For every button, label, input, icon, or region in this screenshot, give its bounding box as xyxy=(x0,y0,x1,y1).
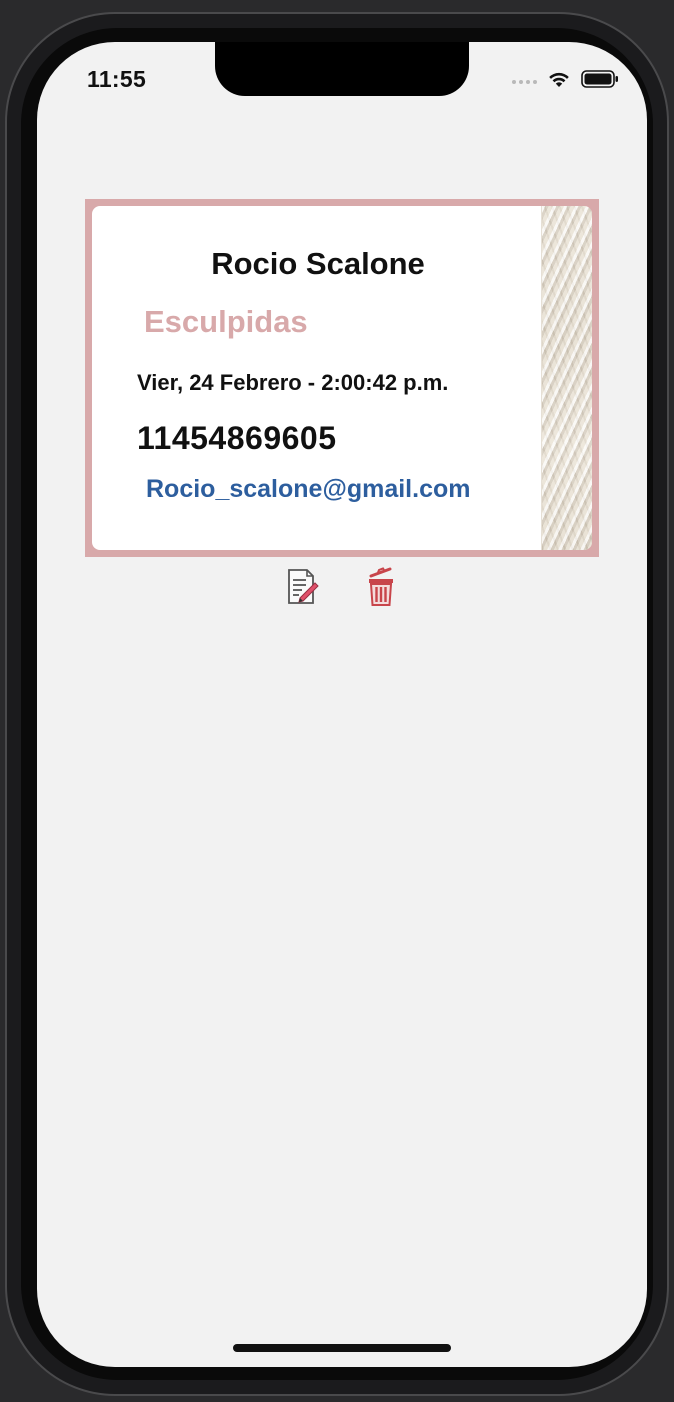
client-phone: 11454869605 xyxy=(137,420,337,456)
edit-button[interactable] xyxy=(285,567,321,611)
fur-texture-image xyxy=(541,206,592,550)
battery-icon xyxy=(581,70,619,93)
app-screen: 11:55 Rocio Scalone Esculpidas Vier, 24 … xyxy=(37,42,647,1367)
status-icons xyxy=(512,70,619,93)
delete-button[interactable] xyxy=(363,566,399,612)
appointment-datetime: Vier, 24 Febrero - 2:00:42 p.m. xyxy=(137,370,449,395)
cellular-signal-icon xyxy=(512,79,537,84)
client-email: Rocio_scalone@gmail.com xyxy=(146,475,471,503)
home-indicator[interactable] xyxy=(233,1344,451,1352)
status-time: 11:55 xyxy=(87,66,147,92)
edit-document-icon xyxy=(286,568,320,611)
client-name: Rocio Scalone xyxy=(211,246,425,281)
notch xyxy=(215,42,469,96)
service-name: Esculpidas xyxy=(144,304,308,339)
appointment-card[interactable]: Rocio Scalone Esculpidas Vier, 24 Febrer… xyxy=(85,199,599,557)
card-actions xyxy=(37,566,647,612)
wifi-icon xyxy=(547,70,571,93)
trash-icon xyxy=(366,566,396,612)
appointment-card-body: Rocio Scalone Esculpidas Vier, 24 Febrer… xyxy=(92,206,592,550)
